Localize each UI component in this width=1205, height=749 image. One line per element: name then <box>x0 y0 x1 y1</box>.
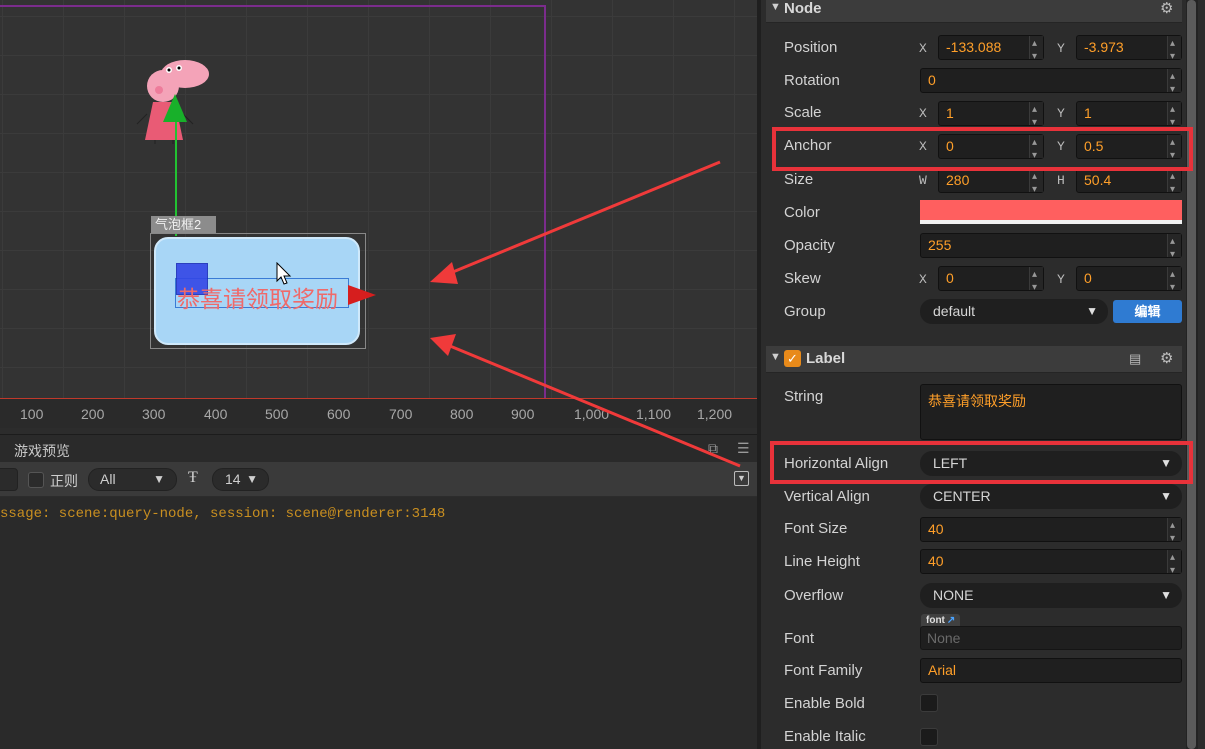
annotation-arrows <box>430 160 741 468</box>
